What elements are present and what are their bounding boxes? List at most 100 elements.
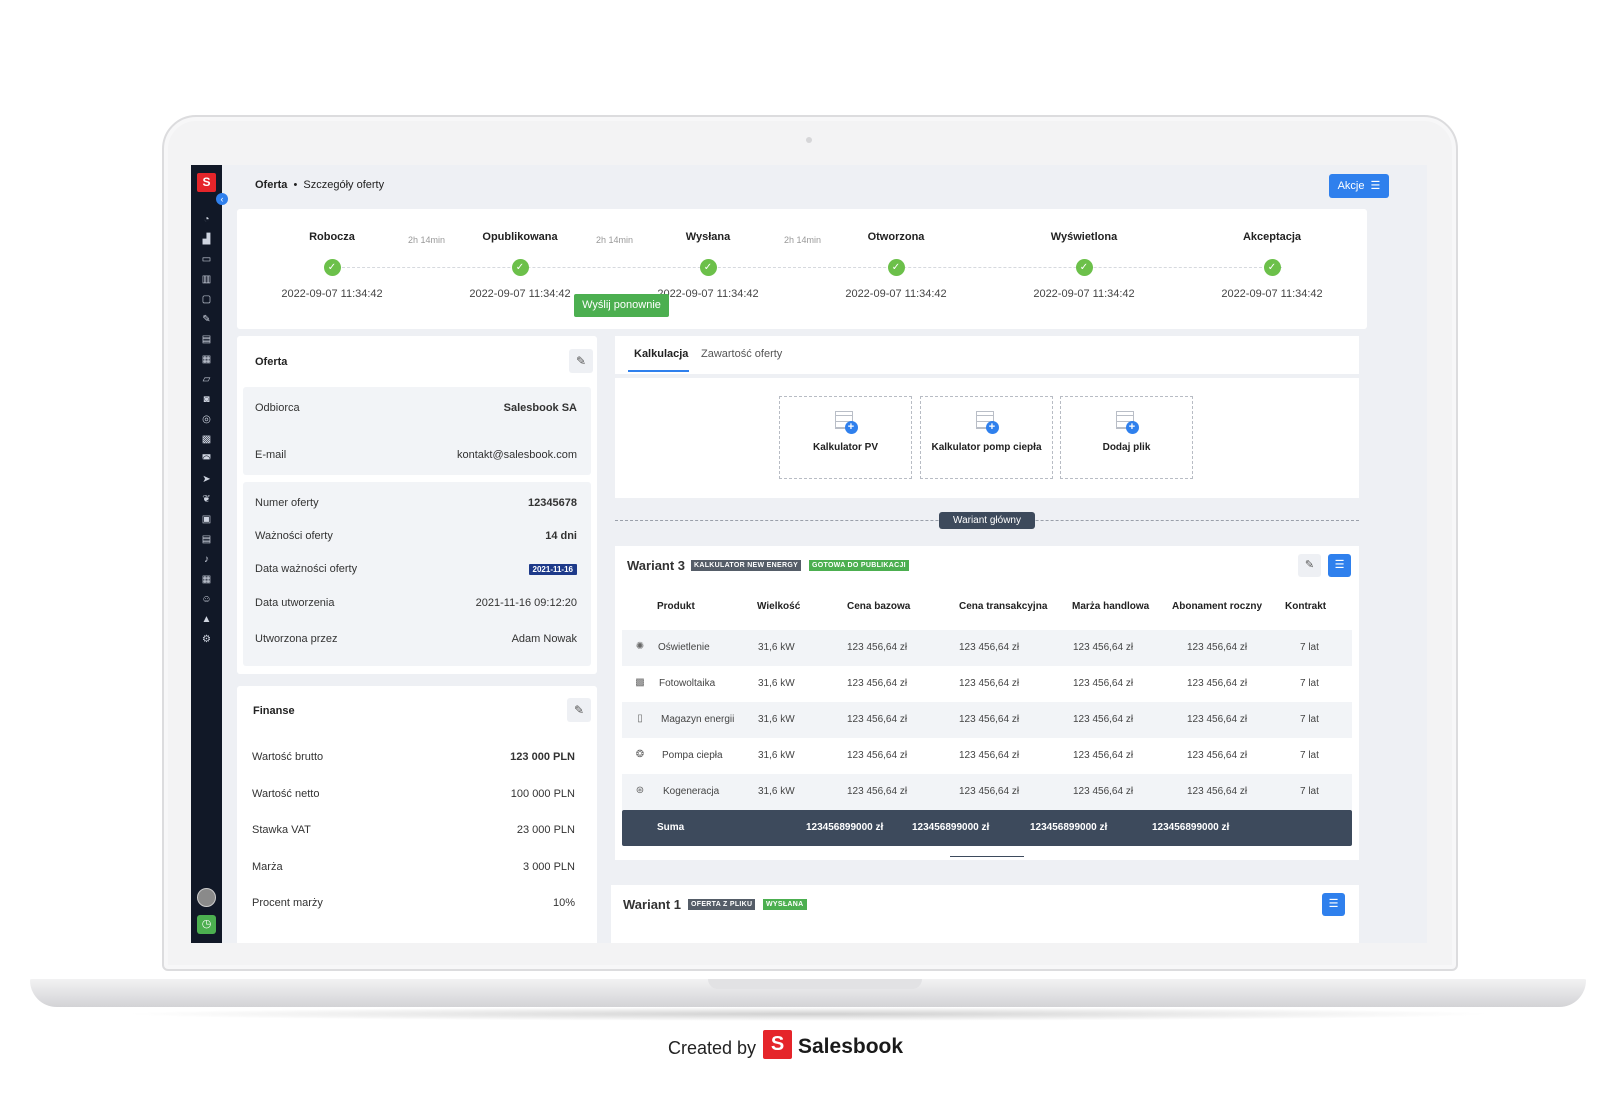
lightbulb-icon: ✺ [635,641,645,652]
actions-button[interactable]: Akcje ☰ [1329,174,1389,198]
stage-date: 2022-09-07 11:34:42 [469,288,571,300]
edit-offer-button[interactable]: ✎ [569,349,593,373]
solar-panel-icon[interactable]: ▩ [191,430,222,450]
laptop-camera [806,137,812,143]
margin: 123 456,64 zł [1073,750,1134,761]
email-row: E-mail kontakt@salesbook.com [243,449,591,465]
tab-kalkulacja[interactable]: Kalkulacja [634,348,688,360]
transaction-price: 123 456,64 zł [959,786,1020,797]
product-name: Kogeneracja [663,786,720,797]
table-row[interactable]: ✺ Oświetlenie 31,6 kW 123 456,64 zł 123 … [622,630,1352,666]
settings-icon[interactable]: ⚙ [191,630,222,650]
pv-calculator-card[interactable]: + Kalkulator PV [779,396,912,479]
subscription: 123 456,64 zł [1187,750,1248,761]
sum-value: 123456899000 zł [1030,822,1108,833]
send-icon[interactable]: ➤ [191,470,222,490]
base-price: 123 456,64 zł [847,678,908,689]
breadcrumb-root[interactable]: Oferta [255,179,287,191]
finance-card-title: Finanse [253,705,295,717]
breadcrumb: Oferta • Szczegóły oferty [255,179,384,191]
solar-panel-icon: ▩ [635,677,645,688]
clipboard-icon[interactable]: ▤ [191,330,222,350]
table-row[interactable]: ▩ Fotowoltaika 31,6 kW 123 456,64 zł 123… [622,666,1352,702]
contract: 7 lat [1300,750,1319,761]
col-header-base-price: Cena bazowa [847,601,911,612]
margin-label: Marża [252,861,283,873]
car-icon[interactable]: ◚ [191,450,222,470]
building-icon[interactable]: ▥ [191,270,222,290]
product-size: 31,6 kW [758,750,795,761]
created-value: 2021-11-16 09:12:20 [475,597,577,609]
code-icon[interactable]: ▣ [191,510,222,530]
image-icon[interactable]: ▢ [191,290,222,310]
gross-value: 123 000 PLN [510,751,575,763]
margin: 123 456,64 zł [1073,642,1134,653]
product-name: Pompa ciepła [662,750,723,761]
sum-value: 123456899000 zł [806,822,884,833]
folder-icon[interactable]: ▱ [191,370,222,390]
email-value[interactable]: kontakt@salesbook.com [457,449,577,461]
chat-icon[interactable]: ▭ [191,250,222,270]
globe-icon[interactable]: ◎ [191,410,222,430]
recipient-label: Odbiorca [255,402,300,414]
variant-1-card: Wariant 1 OFERTA Z PLIKU WYSŁANA ☰ [611,885,1359,943]
edit-finance-button[interactable]: ✎ [567,698,591,722]
graduation-icon[interactable]: ▲ [191,610,222,630]
main-variant-pill: Wariant główny [939,512,1035,529]
validity-label: Ważności oferty [255,530,333,542]
variant-menu-button[interactable]: ☰ [1322,893,1345,916]
check-icon: ✓ [699,259,717,276]
user-avatar[interactable] [197,888,216,907]
leaf-icon[interactable]: ❦ [191,490,222,510]
variant-menu-button[interactable]: ☰ [1328,554,1351,577]
table-row[interactable]: ⊛ Kogeneracja 31,6 kW 123 456,64 zł 123 … [622,774,1352,810]
stage-name: Otworzona [867,231,925,243]
tab-zawartosc-oferty[interactable]: Zawartość oferty [701,348,782,360]
active-tab-indicator [628,370,689,372]
created-by-text: Created by [668,1038,757,1058]
vat-value: 23 000 PLN [516,824,575,836]
status-icon[interactable]: ◷ [197,915,216,934]
calculator-icon[interactable]: ▦ [191,570,222,590]
logo-letter: S [202,175,211,189]
margin-pct-row: Procent marży 10% [240,897,589,913]
margin: 123 456,64 zł [1073,714,1134,725]
bell-icon[interactable]: ♪ [191,550,222,570]
menu-icon: ☰ [1334,559,1345,571]
stage-name: Wysłana [685,231,731,243]
users-icon[interactable]: ☺ [191,590,222,610]
stage-duration: 2h 14min [408,235,446,245]
subscription: 123 456,64 zł [1187,678,1248,689]
edit-variant-button[interactable]: ✎ [1298,554,1321,577]
calendar-icon[interactable]: ▦ [191,350,222,370]
validity-row: Ważności oferty 14 dni [243,530,591,546]
resend-button[interactable]: Wyślij ponownie [574,294,669,317]
app-logo[interactable]: S [197,173,216,192]
stage-date: 2022-09-07 11:34:42 [281,288,383,300]
product-name: Fotowoltaika [659,678,716,689]
document-edit-icon[interactable]: ✎ [191,310,222,330]
actions-button-label: Akcje [1337,180,1365,192]
col-header-size: Wielkość [757,601,801,612]
margin-value: 3 000 PLN [523,861,575,873]
sidebar-collapse-icon[interactable]: ‹ [216,193,228,205]
created-by-value: Adam Nowak [511,633,577,645]
add-file-label: Dodaj plik [1102,442,1151,453]
offer-card-title: Oferta [255,356,288,368]
heat-pump-calculator-card[interactable]: + Kalkulator pomp ciepła [920,396,1053,479]
stage-name: Opublikowana [482,231,558,243]
add-file-card[interactable]: + Dodaj plik [1060,396,1193,479]
table-row[interactable]: ▯ Magazyn energii 31,6 kW 123 456,64 zł … [622,702,1352,738]
table-row[interactable]: ❂ Pompa ciepła 31,6 kW 123 456,64 zł 123… [622,738,1352,774]
camera-icon[interactable]: ◙ [191,390,222,410]
transaction-price: 123 456,64 zł [959,750,1020,761]
dashboard-icon[interactable]: ◔ [191,210,222,230]
sum-label: Suma [657,822,685,833]
validity-value: 14 dni [545,530,577,542]
stage-name: Akceptacja [1242,231,1302,243]
database-icon[interactable]: ▤ [191,530,222,550]
chart-icon[interactable]: ▟ [191,230,222,250]
tab-bar: Kalkulacja Zawartość oferty [615,336,1359,374]
product-size: 31,6 kW [758,678,795,689]
offer-timeline: Robocza ✓ 2022-09-07 11:34:42 Opublikowa… [237,209,1367,329]
